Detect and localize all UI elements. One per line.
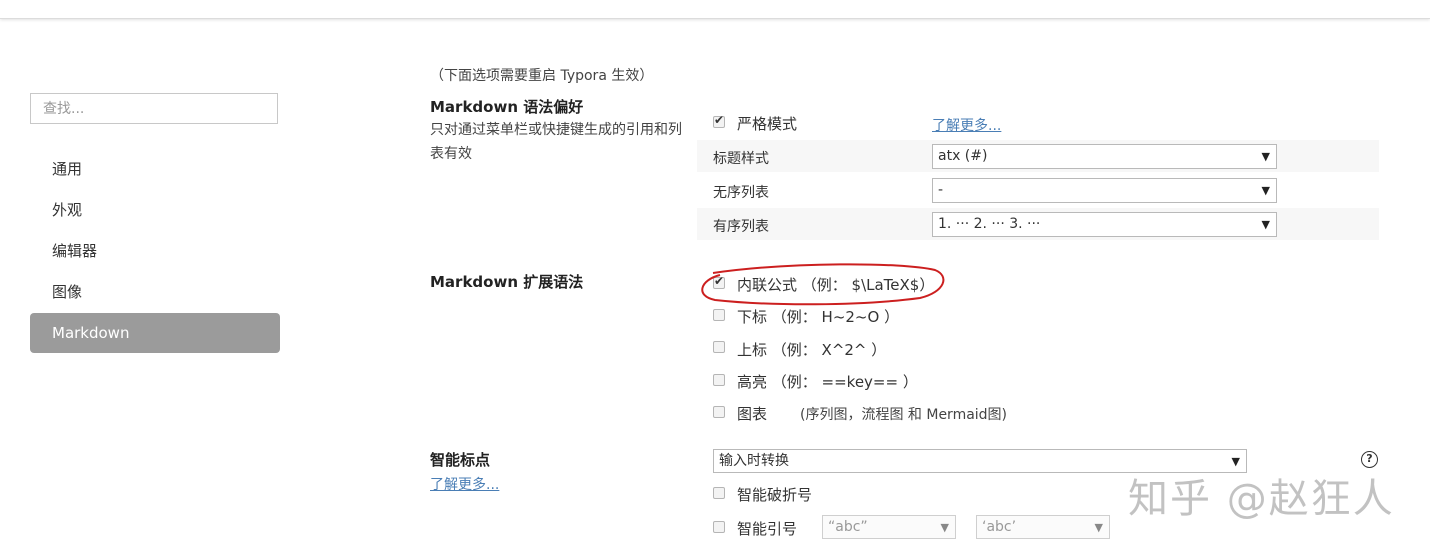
- chevron-down-icon: ▼: [1094, 521, 1103, 534]
- smart-quotes-label: 智能引号: [737, 520, 798, 538]
- double-quote-style-value: “abc”: [828, 519, 868, 535]
- watermark: 知乎 @赵狂人: [1128, 476, 1395, 522]
- smart-punctuation-learn-more-link[interactable]: 了解更多...: [430, 474, 499, 494]
- smart-quotes-checkbox[interactable]: [713, 521, 725, 533]
- smart-dash-label: 智能破折号: [737, 486, 813, 504]
- smart-dash-checkbox[interactable]: [713, 487, 725, 499]
- chevron-down-icon: ▼: [940, 521, 949, 534]
- single-quote-style-value: ‘abc’: [982, 519, 1017, 535]
- double-quote-style-select[interactable]: “abc” ▼: [822, 515, 956, 539]
- smart-punctuation-mode-value: 输入时转换: [719, 453, 789, 469]
- single-quote-style-select[interactable]: ‘abc’ ▼: [976, 515, 1110, 539]
- smart-punctuation-title: 智能标点: [430, 451, 491, 469]
